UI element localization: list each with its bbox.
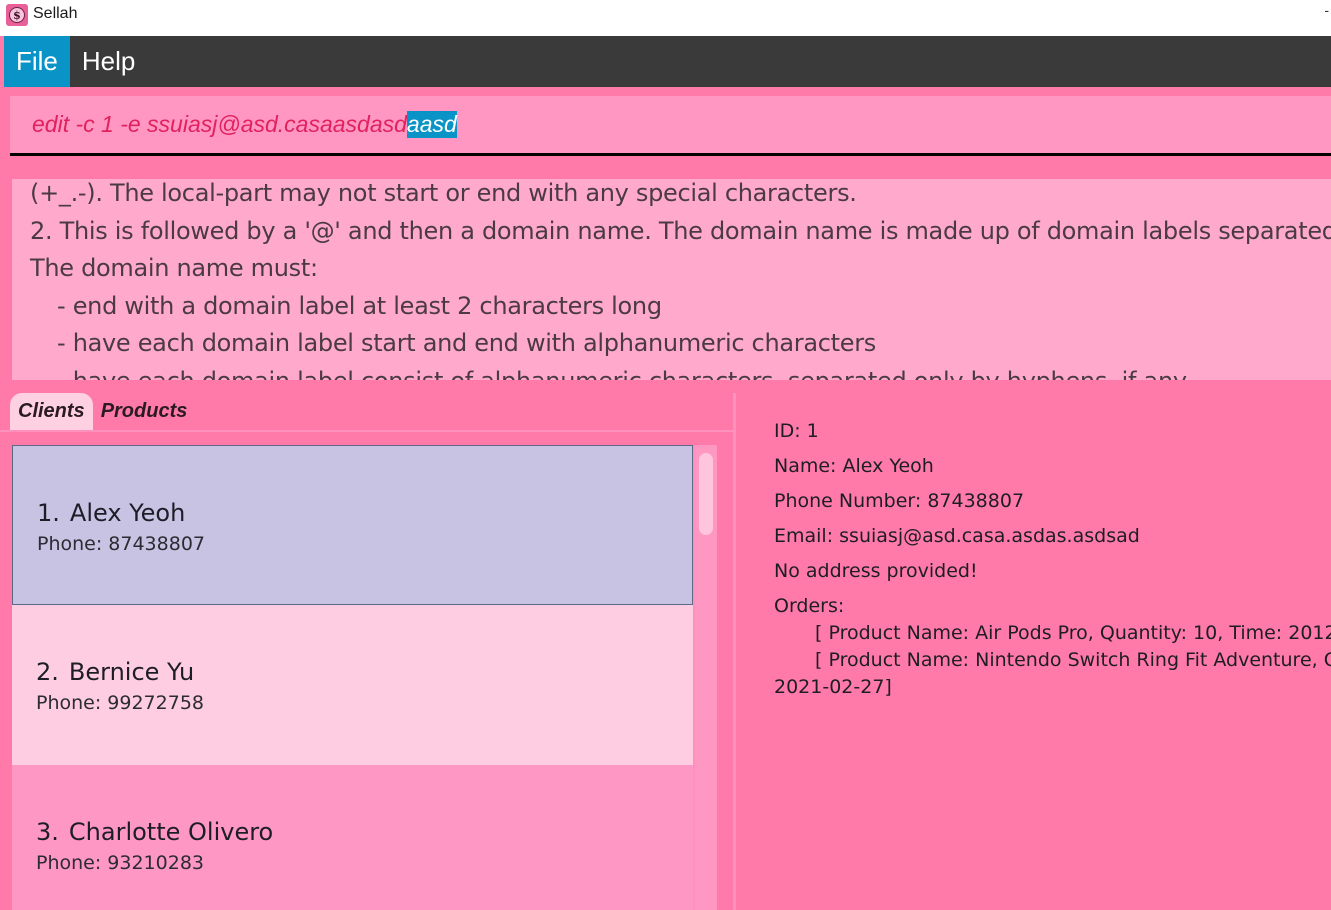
client-list[interactable]: 1. Alex Yeoh Phone: 87438807 2. Bernice Yu…: [12, 445, 717, 910]
tab-clients[interactable]: Clients: [10, 393, 93, 430]
detail-orders-label: Orders:: [774, 595, 845, 617]
order-item: [ Product Name: Nintendo Switch Ring Fit…: [815, 649, 1331, 671]
detail-email: Email: ssuiasj@asd.casa.asdas.asdsad: [774, 525, 1140, 547]
client-index: 3.: [36, 818, 59, 846]
client-index: 2.: [36, 658, 59, 686]
client-name-text: Charlotte Olivero: [68, 818, 274, 846]
dollar-coin-icon: $: [6, 4, 28, 26]
result-line: - have each domain label consist of alph…: [30, 363, 1331, 381]
order-item-continuation: 2021-02-27]: [774, 676, 892, 698]
result-line: - have each domain label start and end w…: [57, 329, 876, 357]
command-area: edit -c 1 -e ssuiasj@asd.casaasdasd aasd: [0, 87, 1331, 174]
window-title: Sellah: [33, 5, 78, 22]
result-line: (+_.-). The local-part may not start or …: [30, 179, 857, 207]
window-titlebar: $ Sellah -: [0, 0, 1331, 36]
command-text: edit -c 1 -e ssuiasj@asd.casaasdasd: [32, 111, 407, 137]
tab-divider: [0, 430, 733, 432]
tab-products[interactable]: Products: [93, 393, 196, 430]
client-name-text: Alex Yeoh: [69, 499, 186, 527]
client-card-3[interactable]: 3. Charlotte Olivero Phone: 93210283: [12, 765, 693, 910]
detail-phone: Phone Number: 87438807: [774, 490, 1025, 512]
minimize-button[interactable]: -: [1324, 2, 1329, 18]
detail-id: ID: 1: [774, 420, 819, 442]
menu-help[interactable]: Help: [70, 36, 147, 87]
list-scrollbar[interactable]: [695, 445, 717, 910]
client-name: 3. Charlotte Olivero: [36, 818, 273, 846]
client-phone: Phone: 87438807: [37, 533, 206, 555]
client-phone: Phone: 99272758: [36, 692, 205, 714]
menu-file[interactable]: File: [4, 36, 70, 87]
detail-address: No address provided!: [774, 560, 978, 582]
result-display[interactable]: (+_.-). The local-part may not start or …: [12, 179, 1331, 380]
tab-bar: Clients Products: [10, 393, 195, 430]
command-input[interactable]: edit -c 1 -e ssuiasj@asd.casaasdasd aasd: [10, 96, 1331, 156]
scrollbar-thumb[interactable]: [699, 453, 713, 535]
order-item: [ Product Name: Air Pods Pro, Quantity: …: [815, 622, 1331, 644]
client-phone: Phone: 93210283: [36, 852, 205, 874]
result-line: - end with a domain label at least 2 cha…: [57, 291, 662, 320]
client-name-text: Bernice Yu: [68, 658, 195, 686]
result-line: The domain name must:: [30, 254, 318, 282]
client-card-1[interactable]: 1. Alex Yeoh Phone: 87438807: [12, 445, 693, 605]
client-name: 1. Alex Yeoh: [37, 499, 185, 527]
client-detail-panel: ID: 1 Name: Alex Yeoh Phone Number: 8743…: [736, 393, 1331, 910]
detail-name: Name: Alex Yeoh: [774, 455, 934, 477]
client-index: 1.: [37, 499, 60, 527]
command-selected-text: aasd: [406, 111, 457, 138]
menu-bar: File Help: [4, 36, 1331, 87]
list-panel: Clients Products 1. Alex Yeoh Phone: 8743…: [0, 393, 733, 910]
result-line: 2. This is followed by a '@' and then a …: [30, 216, 1331, 245]
client-card-2[interactable]: 2. Bernice Yu Phone: 99272758: [12, 605, 693, 765]
client-name: 2. Bernice Yu: [36, 658, 194, 686]
